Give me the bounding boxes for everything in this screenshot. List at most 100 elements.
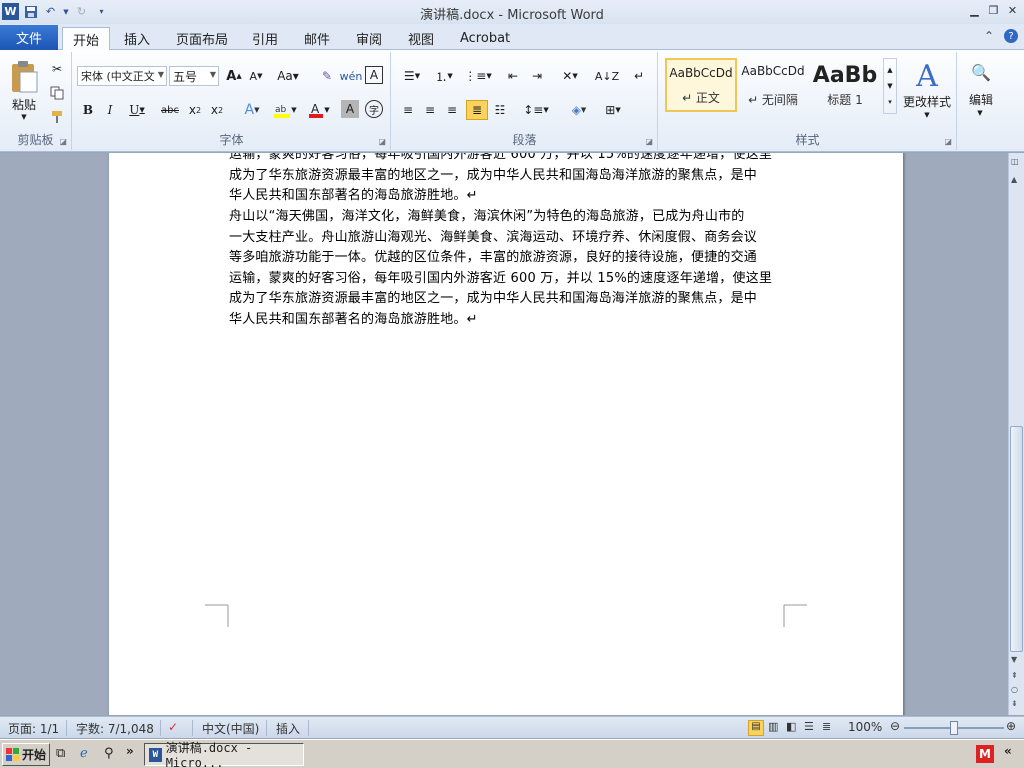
insert-mode[interactable]: 插入 bbox=[276, 720, 300, 737]
bullets-icon[interactable]: ☰ ▼ bbox=[398, 66, 426, 86]
proofing-icon[interactable]: ✓ bbox=[168, 720, 178, 734]
character-border-icon[interactable]: A bbox=[365, 66, 383, 84]
change-styles-label[interactable]: 更改样式 bbox=[899, 92, 955, 110]
show-desktop-icon[interactable]: ⧉ bbox=[56, 746, 65, 761]
styles-scroll[interactable]: ▲ ▼ ▾ bbox=[883, 58, 897, 114]
bold-icon[interactable]: B bbox=[79, 100, 97, 120]
more-quicklaunch-icon[interactable]: » bbox=[126, 744, 134, 758]
font-size-combo[interactable]: 五号 ▼ bbox=[169, 66, 219, 86]
font-launcher-icon[interactable]: ◪ bbox=[378, 137, 386, 146]
tray-app-icon[interactable]: M bbox=[976, 745, 994, 763]
word-count[interactable]: 字数: 7/1,048 bbox=[76, 720, 154, 737]
outline-icon[interactable]: ☰ bbox=[804, 720, 814, 733]
tab-home[interactable]: 开始 bbox=[62, 27, 111, 50]
asian-layout-icon[interactable]: ✕ ▼ bbox=[556, 66, 584, 86]
paragraph-launcher-icon[interactable]: ◪ bbox=[645, 137, 653, 146]
format-painter-icon[interactable] bbox=[48, 108, 66, 126]
change-case-icon[interactable]: Aa▾ bbox=[275, 66, 301, 86]
zoom-level[interactable]: 100% bbox=[848, 720, 882, 734]
tab-view[interactable]: 视图 bbox=[398, 27, 444, 50]
subscript-icon[interactable]: x2 bbox=[185, 100, 205, 120]
scroll-up-icon[interactable]: ▲ bbox=[887, 66, 892, 74]
scroll-down-icon[interactable]: ▼ bbox=[887, 82, 892, 90]
paste-dropdown-icon[interactable]: ▼ bbox=[18, 112, 30, 122]
styles-launcher-icon[interactable]: ◪ bbox=[944, 137, 952, 146]
paste-icon[interactable] bbox=[6, 56, 42, 98]
highlight-color-icon[interactable]: ab ▼ bbox=[271, 100, 299, 120]
draft-icon[interactable]: ≣ bbox=[822, 720, 831, 733]
paragraph-zhoushan[interactable]: 舟山以“海天佛国，海洋文化，海鲜美食，海滨休闲”为特色的海岛旅游，已成为舟山市的… bbox=[229, 207, 783, 331]
change-styles-icon[interactable]: A bbox=[899, 56, 955, 96]
style-normal[interactable]: AaBbCcDd ↵ 正文 bbox=[665, 58, 737, 112]
justify-icon[interactable]: ≣ bbox=[466, 100, 488, 120]
cut-icon[interactable]: ✂ bbox=[48, 60, 66, 78]
scroll-up-icon[interactable]: ▲ bbox=[1011, 175, 1017, 184]
align-center-icon[interactable]: ≡ bbox=[420, 100, 440, 120]
start-button[interactable]: 开始 bbox=[2, 743, 50, 766]
chevron-down-icon[interactable]: ▼ bbox=[210, 70, 216, 79]
strikethrough-icon[interactable]: abc bbox=[159, 100, 181, 120]
more-styles-icon[interactable]: ▾ bbox=[888, 98, 892, 106]
shading-icon[interactable]: ◈ ▼ bbox=[564, 100, 594, 120]
underline-icon[interactable]: U ▼ bbox=[123, 100, 151, 120]
page-count[interactable]: 页面: 1/1 bbox=[8, 720, 59, 737]
editing-label[interactable]: 编辑 bbox=[960, 90, 1002, 108]
line-spacing-icon[interactable]: ↕≡ ▼ bbox=[522, 100, 550, 120]
ie-icon[interactable]: ℯ bbox=[80, 746, 88, 761]
minimize-icon[interactable]: ▁ bbox=[967, 3, 982, 18]
change-styles-dropdown-icon[interactable]: ▼ bbox=[921, 110, 933, 120]
align-right-icon[interactable]: ≡ bbox=[442, 100, 462, 120]
superscript-icon[interactable]: x2 bbox=[207, 100, 227, 120]
tray-expand-icon[interactable]: « bbox=[1004, 744, 1012, 758]
align-left-icon[interactable]: ≡ bbox=[398, 100, 418, 120]
copy-icon[interactable] bbox=[48, 84, 66, 102]
zoom-slider-knob[interactable] bbox=[950, 721, 958, 735]
close-icon[interactable]: ✕ bbox=[1005, 3, 1020, 18]
tab-references[interactable]: 引用 bbox=[242, 27, 288, 50]
tab-mailings[interactable]: 邮件 bbox=[294, 27, 340, 50]
paragraph-continued[interactable]: 运输，蒙爽的好客习俗，每年吸引国内外游客近 600 万，并以 15%的速度逐年递… bbox=[229, 153, 783, 207]
print-layout-icon[interactable]: ▤ bbox=[748, 720, 764, 736]
minimize-ribbon-icon[interactable]: ⌃ bbox=[984, 29, 994, 43]
scroll-thumb[interactable] bbox=[1010, 426, 1023, 652]
sort-icon[interactable]: A↓Z bbox=[595, 66, 619, 86]
next-page-icon[interactable]: ⇟ bbox=[1011, 699, 1018, 708]
help-icon[interactable]: ? bbox=[1004, 29, 1018, 43]
shrink-font-icon[interactable]: A ▼ bbox=[247, 66, 265, 86]
zoom-in-icon[interactable]: ⊕ bbox=[1006, 719, 1016, 733]
taskbar-item-word[interactable]: W 演讲稿.docx - Micro... bbox=[144, 741, 304, 768]
font-color-icon[interactable]: A ▼ bbox=[305, 100, 333, 120]
show-hide-marks-icon[interactable]: ↵ bbox=[630, 66, 648, 86]
style-heading-1[interactable]: AaBb 标题 1 bbox=[809, 58, 881, 112]
tab-insert[interactable]: 插入 bbox=[114, 27, 160, 50]
increase-indent-icon[interactable]: ⇥ bbox=[526, 66, 548, 86]
tab-acrobat[interactable]: Acrobat bbox=[450, 27, 520, 50]
vertical-scrollbar[interactable]: ◫ ▲ ▼ ⇞ ○ ⇟ bbox=[1008, 153, 1024, 715]
tab-page-layout[interactable]: 页面布局 bbox=[166, 27, 238, 50]
previous-page-icon[interactable]: ⇞ bbox=[1011, 671, 1018, 680]
restore-icon[interactable]: ❐ bbox=[986, 3, 1001, 18]
scroll-down-icon[interactable]: ▼ bbox=[1011, 655, 1017, 664]
find-icon[interactable]: 🔍 bbox=[968, 60, 994, 84]
full-screen-reading-icon[interactable]: ▥ bbox=[768, 720, 778, 733]
web-layout-icon[interactable]: ◧ bbox=[786, 720, 796, 733]
style-no-spacing[interactable]: AaBbCcDd ↵ 无间隔 bbox=[737, 58, 809, 112]
tab-file[interactable]: 文件 bbox=[0, 25, 58, 50]
editing-dropdown-icon[interactable]: ▼ bbox=[974, 108, 986, 118]
distributed-icon[interactable]: ☷ bbox=[490, 100, 510, 120]
phonetic-guide-icon[interactable]: wén bbox=[340, 66, 363, 86]
clear-formatting-icon[interactable]: ✎ bbox=[317, 66, 337, 86]
enclose-characters-icon[interactable]: 字 bbox=[365, 100, 383, 118]
ruler-toggle-icon[interactable]: ◫ bbox=[1011, 157, 1019, 166]
language[interactable]: 中文(中国) bbox=[202, 720, 259, 737]
clipboard-launcher-icon[interactable]: ◪ bbox=[59, 137, 67, 146]
numbering-icon[interactable]: ⒈ ▼ bbox=[430, 66, 458, 86]
multilevel-list-icon[interactable]: ⋮≡ ▼ bbox=[464, 66, 492, 86]
grow-font-icon[interactable]: A ▲ bbox=[225, 66, 243, 86]
zoom-out-icon[interactable]: ⊖ bbox=[890, 719, 900, 733]
chevron-down-icon[interactable]: ▼ bbox=[158, 70, 164, 79]
browse-object-icon[interactable]: ○ bbox=[1011, 685, 1018, 694]
font-name-combo[interactable]: 宋体 (中文正文 ▼ bbox=[77, 66, 167, 86]
paste-button-label[interactable]: 粘贴 bbox=[4, 96, 44, 112]
italic-icon[interactable]: I bbox=[101, 100, 119, 120]
